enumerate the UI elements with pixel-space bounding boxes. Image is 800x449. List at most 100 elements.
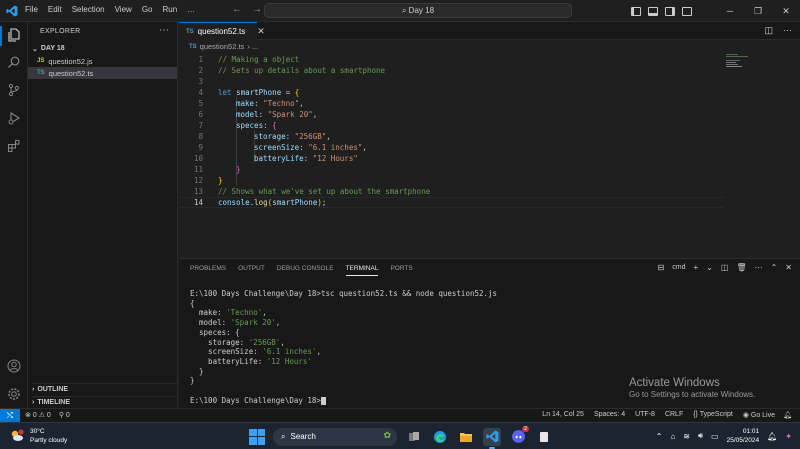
toggle-secondary-sidebar-icon[interactable] [665, 6, 675, 16]
windows-start-icon[interactable] [249, 428, 265, 445]
menu-selection[interactable]: Selection [72, 5, 105, 14]
file-item-ts[interactable]: TS question52.ts [28, 67, 177, 79]
code-editor[interactable]: 1 // Making a object 2 // Sets up detail… [179, 53, 800, 253]
line-ending[interactable]: CRLF [665, 411, 683, 419]
go-live-label: Go Live [750, 412, 775, 419]
activate-windows-watermark: Activate Windows Go to Settings to activ… [629, 377, 755, 399]
battery-icon[interactable]: ▭ [711, 432, 719, 441]
customize-layout-icon[interactable] [682, 6, 692, 16]
wifi-icon[interactable]: ≋ [683, 432, 690, 441]
breadcrumb-rest[interactable]: › ... [247, 42, 258, 51]
file-explorer-icon[interactable] [457, 428, 475, 446]
menu-go[interactable]: Go [142, 5, 153, 14]
network-off-icon[interactable]: ⌂ [670, 432, 675, 441]
command-center[interactable]: ⌕ Day 18 [264, 3, 572, 18]
breadcrumb-file[interactable]: question52.ts [200, 42, 245, 51]
problems-status[interactable]: ⊗ 0 ⚠ 0 [25, 411, 51, 419]
language-label: TypeScript [699, 411, 733, 418]
line-number: 4 [198, 88, 203, 97]
split-terminal-icon[interactable]: ◫ [721, 263, 729, 272]
tab-question52-ts[interactable]: TS question52.ts ✕ [179, 22, 265, 40]
close-panel-icon[interactable]: ✕ [785, 263, 792, 272]
code-line: // Making a object [218, 55, 300, 64]
toggle-sidebar-icon[interactable] [631, 6, 641, 16]
bell-icon[interactable]: 🔔︎ [783, 411, 792, 419]
vscode-taskbar-icon[interactable] [483, 427, 501, 449]
terminal-line: model: [190, 318, 231, 328]
restore-icon[interactable]: ❐ [744, 6, 772, 17]
chevron-up-icon[interactable]: ⌃ [656, 432, 663, 441]
encoding[interactable]: UTF-8 [635, 411, 655, 419]
volume-icon[interactable]: 🔊︎ [698, 431, 703, 441]
split-editor-icon[interactable]: ◫ [764, 25, 773, 36]
tab-label: question52.ts [197, 27, 246, 36]
line-number: 8 [198, 132, 203, 141]
menu-view[interactable]: View [115, 5, 132, 14]
close-icon[interactable]: ✕ [257, 26, 265, 37]
timeline-section[interactable]: › TIMELINE [32, 396, 178, 408]
search-sidebar-icon[interactable] [6, 54, 22, 70]
weather-condition: Partly cloudy [30, 437, 68, 444]
app-icon[interactable] [535, 428, 553, 446]
error-count: 0 [32, 412, 37, 419]
account-icon[interactable] [6, 358, 22, 374]
settings-gear-icon[interactable] [6, 386, 22, 402]
line-number: 6 [198, 110, 203, 119]
weather-widget[interactable]: 30°C Partly cloudy [10, 427, 67, 445]
back-arrow-icon[interactable]: ← [232, 4, 242, 15]
minimap[interactable] [726, 54, 756, 72]
clock[interactable]: 01:01 25/05/2024 [727, 427, 760, 445]
tab-output[interactable]: OUTPUT [238, 265, 265, 276]
tab-terminal[interactable]: TERMINAL [345, 265, 379, 276]
toggle-panel-icon[interactable] [648, 6, 658, 16]
edge-icon[interactable] [431, 428, 449, 446]
explorer-more-icon[interactable]: ⋯ [159, 25, 169, 36]
trash-icon[interactable]: 🗑 [736, 263, 746, 272]
chevron-down-icon[interactable]: ⌄ [706, 263, 713, 272]
folder-day18[interactable]: ⌄ DAY 18 [32, 43, 178, 54]
shell-name[interactable]: cmd [672, 264, 685, 271]
line-number: 11 [193, 165, 203, 174]
error-icon: ⊗ [25, 412, 31, 419]
ports-status[interactable]: ⚲ 0 [59, 411, 70, 419]
more-actions-icon[interactable]: ⋯ [783, 25, 792, 36]
run-debug-icon[interactable] [6, 110, 22, 126]
notification-badge: 2 [521, 425, 529, 432]
close-window-icon[interactable]: ✕ [772, 6, 800, 17]
new-terminal-icon[interactable]: + [694, 263, 699, 272]
menu-more[interactable]: … [187, 5, 195, 14]
discord-icon[interactable]: 2 [509, 425, 529, 446]
task-view-icon[interactable] [405, 428, 423, 446]
tab-ports[interactable]: PORTS [390, 265, 412, 276]
code-line: console.log(smartPhone); [218, 198, 327, 207]
tab-debug-console[interactable]: DEBUG CONSOLE [277, 265, 334, 276]
ts-file-icon: TS [37, 70, 45, 76]
code-line: batteryLife: "12 Hours" [254, 154, 358, 163]
explorer-icon[interactable] [6, 27, 22, 43]
menu-edit[interactable]: Edit [48, 5, 62, 14]
forward-arrow-icon[interactable]: → [252, 4, 262, 15]
minimize-icon[interactable]: ─ [716, 6, 744, 17]
explorer-sidebar: EXPLORER ⋯ ⌄ DAY 18 JS question52.js TS … [28, 22, 178, 408]
copilot-icon[interactable]: ✦ [785, 432, 792, 441]
notification-bell-icon[interactable]: 🔔︎ [767, 432, 777, 441]
remote-icon[interactable]: ⤭ [0, 409, 20, 422]
source-control-icon[interactable] [6, 82, 22, 98]
taskbar-search[interactable]: ⌕ Search ✿ [273, 427, 397, 446]
terminal-output[interactable]: E:\100 Days Challenge\Day 18>tsc questio… [190, 289, 497, 405]
menu-run[interactable]: Run [162, 5, 177, 14]
tab-problems[interactable]: PROBLEMS [190, 265, 226, 276]
more-actions-icon[interactable]: ⋯ [755, 263, 763, 272]
go-live-button[interactable]: ◉ Go Live [743, 411, 775, 419]
outline-section[interactable]: › OUTLINE [32, 383, 178, 395]
file-label: question52.ts [48, 68, 94, 78]
indentation[interactable]: Spaces: 4 [594, 411, 625, 419]
extensions-icon[interactable] [6, 138, 22, 154]
line-number: 9 [198, 143, 203, 152]
menu-file[interactable]: File [25, 5, 38, 14]
language-mode[interactable]: {} TypeScript [693, 411, 733, 419]
cursor-position[interactable]: Ln 14, Col 25 [542, 411, 584, 419]
file-item-js[interactable]: JS question52.js [28, 55, 177, 67]
maximize-panel-icon[interactable]: ⌃ [771, 263, 778, 272]
watermark-title: Activate Windows [629, 377, 720, 389]
